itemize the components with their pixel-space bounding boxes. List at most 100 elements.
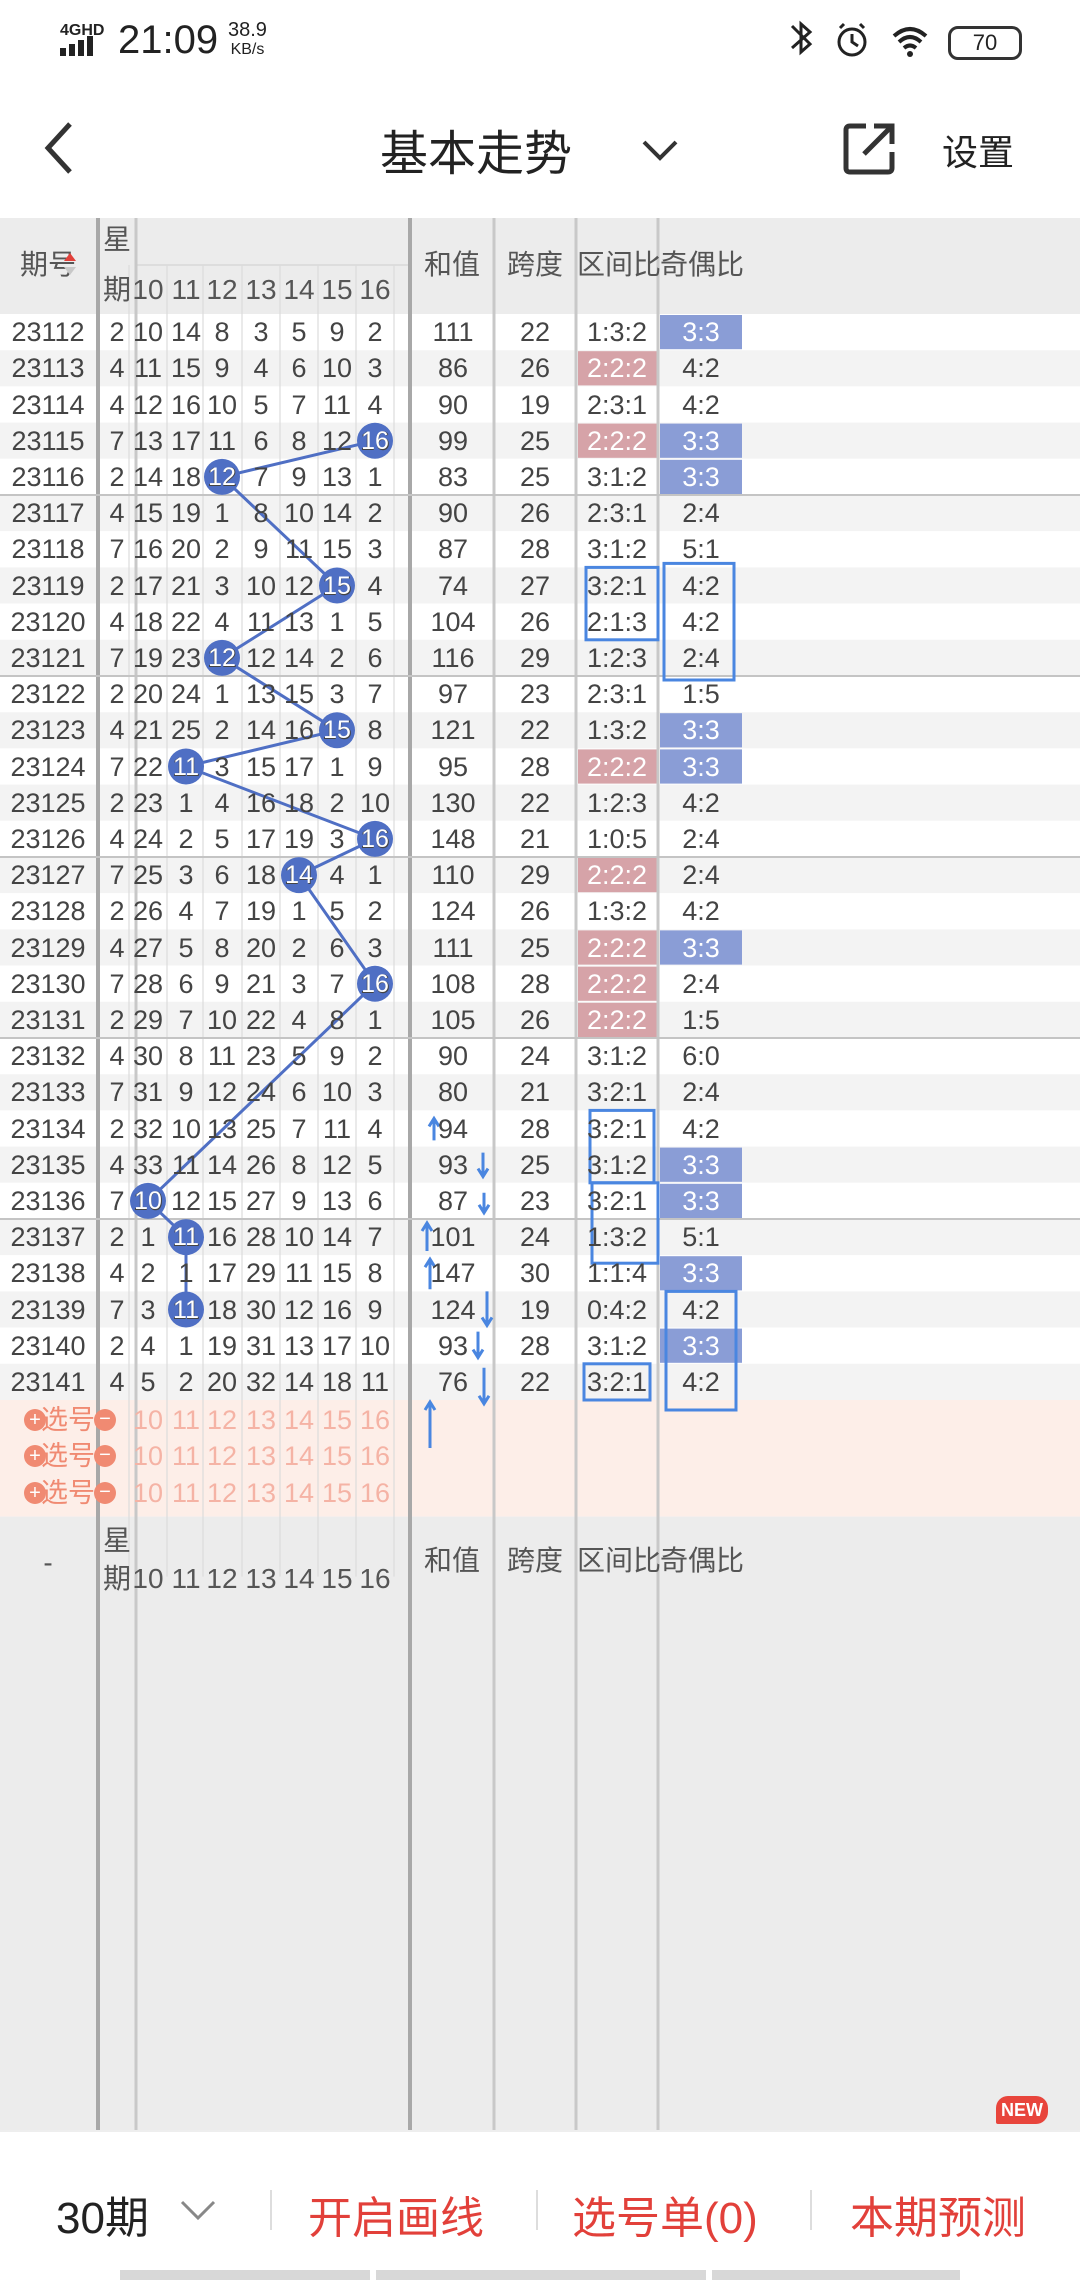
sort-icon[interactable]	[64, 267, 76, 275]
pick-number[interactable]: 14	[280, 1477, 318, 1509]
pick-number[interactable]: 16	[356, 1440, 394, 1472]
number-cell: 8	[367, 715, 383, 746]
number-cell: 19	[283, 823, 315, 854]
number-cell: 19	[206, 1330, 238, 1361]
number-cell: 3	[329, 823, 345, 854]
sum-cell: 94	[437, 1113, 469, 1144]
number-cell: 3	[214, 751, 230, 782]
number-cell: 6	[291, 353, 307, 384]
draw-lines-button[interactable]: 开启画线	[308, 2182, 484, 2246]
pick-number[interactable]: 10	[129, 1477, 167, 1509]
sum-cell: 74	[437, 570, 469, 601]
minus-icon[interactable]: −	[94, 1481, 116, 1504]
sum-cell: 99	[437, 425, 469, 456]
span-cell: 25	[519, 1149, 551, 1180]
sort-icon[interactable]	[64, 253, 76, 261]
span-cell: 29	[519, 860, 551, 891]
pick-number[interactable]: 11	[167, 1404, 205, 1436]
chevron-down-icon[interactable]	[178, 2198, 218, 2222]
pick-number[interactable]: 15	[318, 1440, 356, 1472]
sum-cell: 95	[437, 751, 469, 782]
interval-ratio-cell: 3:1:2	[586, 1330, 648, 1361]
selection-list-button[interactable]: 选号单(0)	[572, 2182, 758, 2246]
number-cell: 18	[132, 606, 164, 637]
pick-number[interactable]: 14	[280, 1440, 318, 1472]
footer-period: -	[43, 1546, 53, 1578]
sum-cell: 116	[431, 642, 475, 673]
number-cell: 6	[367, 1185, 383, 1216]
number-cell: 14	[132, 461, 164, 492]
number-cell: 12	[283, 1294, 315, 1325]
pick-number[interactable]: 13	[242, 1477, 280, 1509]
interval-ratio-cell: 0:4:2	[586, 1294, 648, 1325]
sum-cell: 104	[430, 606, 476, 637]
span-cell: 25	[519, 932, 551, 963]
number-cell: 1	[291, 896, 307, 927]
pick-number[interactable]: 11	[167, 1440, 205, 1472]
minus-icon[interactable]: −	[94, 1409, 116, 1432]
footer-number-header: 10	[132, 1562, 164, 1594]
number-cell: 4	[367, 570, 383, 601]
span-cell: 26	[519, 353, 551, 384]
pick-number[interactable]: 12	[203, 1404, 241, 1436]
number-cell: 6	[367, 642, 383, 673]
span-cell: 28	[519, 1113, 551, 1144]
minus-icon[interactable]: −	[94, 1445, 116, 1468]
interval-ratio-cell: 1:3:2	[586, 317, 648, 348]
interval-ratio-cell: 3:1:2	[586, 1041, 648, 1072]
prediction-button[interactable]: 本期预测	[850, 2182, 1026, 2246]
period-count-selector[interactable]: 30期	[56, 2182, 149, 2246]
pick-number[interactable]: 12	[203, 1440, 241, 1472]
number-cell: 5	[367, 606, 383, 637]
number-cell: 11	[133, 353, 163, 384]
number-cell: 2	[214, 715, 230, 746]
span-cell: 26	[519, 1004, 551, 1035]
interval-ratio-cell: 1:3:2	[586, 715, 648, 746]
sum-cell: 111	[432, 317, 474, 348]
pick-number[interactable]: 16	[356, 1477, 394, 1509]
number-cell: 15	[321, 534, 353, 565]
sum-cell: 110	[431, 860, 475, 891]
span-cell: 21	[519, 1077, 551, 1108]
pick-number[interactable]: 14	[280, 1404, 318, 1436]
pick-number[interactable]: 13	[242, 1404, 280, 1436]
pick-number[interactable]: 12	[203, 1477, 241, 1509]
pick-number[interactable]: 13	[242, 1440, 280, 1472]
number-cell: 28	[132, 968, 164, 999]
number-cell: 8	[291, 1149, 307, 1180]
number-cell: 15	[245, 751, 277, 782]
number-cell: 7	[291, 1113, 307, 1144]
number-cell: 17	[245, 823, 277, 854]
number-cell: 16	[245, 787, 277, 818]
pick-number[interactable]: 10	[129, 1440, 167, 1472]
number-cell: 11	[284, 534, 314, 565]
interval-ratio-cell: 2:2:2	[586, 860, 648, 891]
pick-number[interactable]: 15	[318, 1477, 356, 1509]
number-cell: 6	[291, 1077, 307, 1108]
number-cell: 18	[321, 1366, 353, 1397]
number-cell: 12	[321, 1149, 353, 1180]
trend-ball-label: 11	[173, 752, 199, 781]
number-cell: 3	[367, 932, 383, 963]
pick-number[interactable]: 11	[167, 1477, 205, 1509]
number-cell: 11	[207, 425, 237, 456]
sum-header: 和值	[423, 249, 480, 280]
period-cell: 23126	[10, 823, 86, 854]
odd-even-ratio-cell: 3:3	[682, 715, 720, 746]
pick-number[interactable]: 15	[318, 1404, 356, 1436]
number-cell: 10	[321, 353, 353, 384]
odd-even-ratio-cell: 1:5	[682, 1004, 720, 1035]
sum-cell: 111	[432, 932, 474, 963]
number-cell: 1	[178, 787, 194, 818]
number-cell: 25	[132, 860, 164, 891]
scroll-indicator[interactable]	[120, 2268, 960, 2280]
number-cell: 15	[132, 498, 164, 529]
period-cell: 23134	[10, 1113, 86, 1144]
pick-number[interactable]: 10	[129, 1404, 167, 1436]
sum-cell: 108	[430, 968, 476, 999]
sum-cell: 101	[430, 1222, 476, 1253]
pick-number[interactable]: 16	[356, 1404, 394, 1436]
number-cell: 12	[132, 389, 164, 420]
footer-number-header: 16	[359, 1562, 391, 1594]
number-cell: 8	[178, 1041, 194, 1072]
